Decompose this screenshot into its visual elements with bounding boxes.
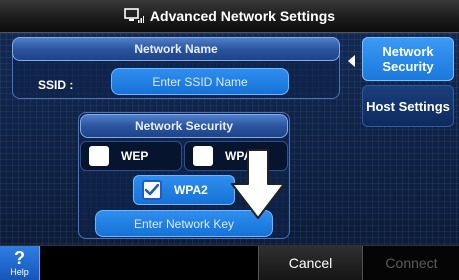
page-title: Advanced Network Settings bbox=[149, 8, 336, 24]
checkmark-icon bbox=[145, 184, 159, 196]
caret-left-icon bbox=[348, 55, 355, 67]
network-signal-icon bbox=[124, 8, 144, 23]
sidebar-item-network-security[interactable]: Network Security bbox=[362, 37, 454, 81]
sidebar-item-label: Network Security bbox=[382, 44, 434, 74]
wep-checkbox[interactable] bbox=[89, 146, 109, 166]
network-name-title: Network Name bbox=[12, 37, 340, 61]
title-bar: Advanced Network Settings bbox=[0, 0, 459, 33]
sidebar-item-host-settings[interactable]: Host Settings bbox=[362, 85, 454, 127]
help-label: Help bbox=[10, 267, 29, 277]
wep-option[interactable]: WEP bbox=[80, 141, 182, 171]
wpa2-option[interactable]: WPA2 bbox=[133, 175, 235, 205]
connect-button[interactable]: Connect bbox=[364, 246, 459, 280]
wpa-checkbox[interactable] bbox=[193, 146, 213, 166]
wep-label: WEP bbox=[121, 149, 149, 163]
wpa2-label: WPA2 bbox=[174, 183, 208, 197]
sidebar-item-label: Host Settings bbox=[366, 98, 450, 114]
help-icon: ? bbox=[14, 248, 25, 268]
help-button[interactable]: ? Help bbox=[0, 246, 40, 280]
wpa2-checkbox[interactable] bbox=[142, 180, 162, 200]
network-security-title: Network Security bbox=[80, 114, 288, 138]
ssid-input[interactable]: Enter SSID Name bbox=[111, 68, 289, 95]
down-arrow-icon bbox=[231, 149, 285, 219]
cancel-button[interactable]: Cancel bbox=[258, 246, 363, 280]
ssid-label: SSID : bbox=[38, 78, 74, 92]
